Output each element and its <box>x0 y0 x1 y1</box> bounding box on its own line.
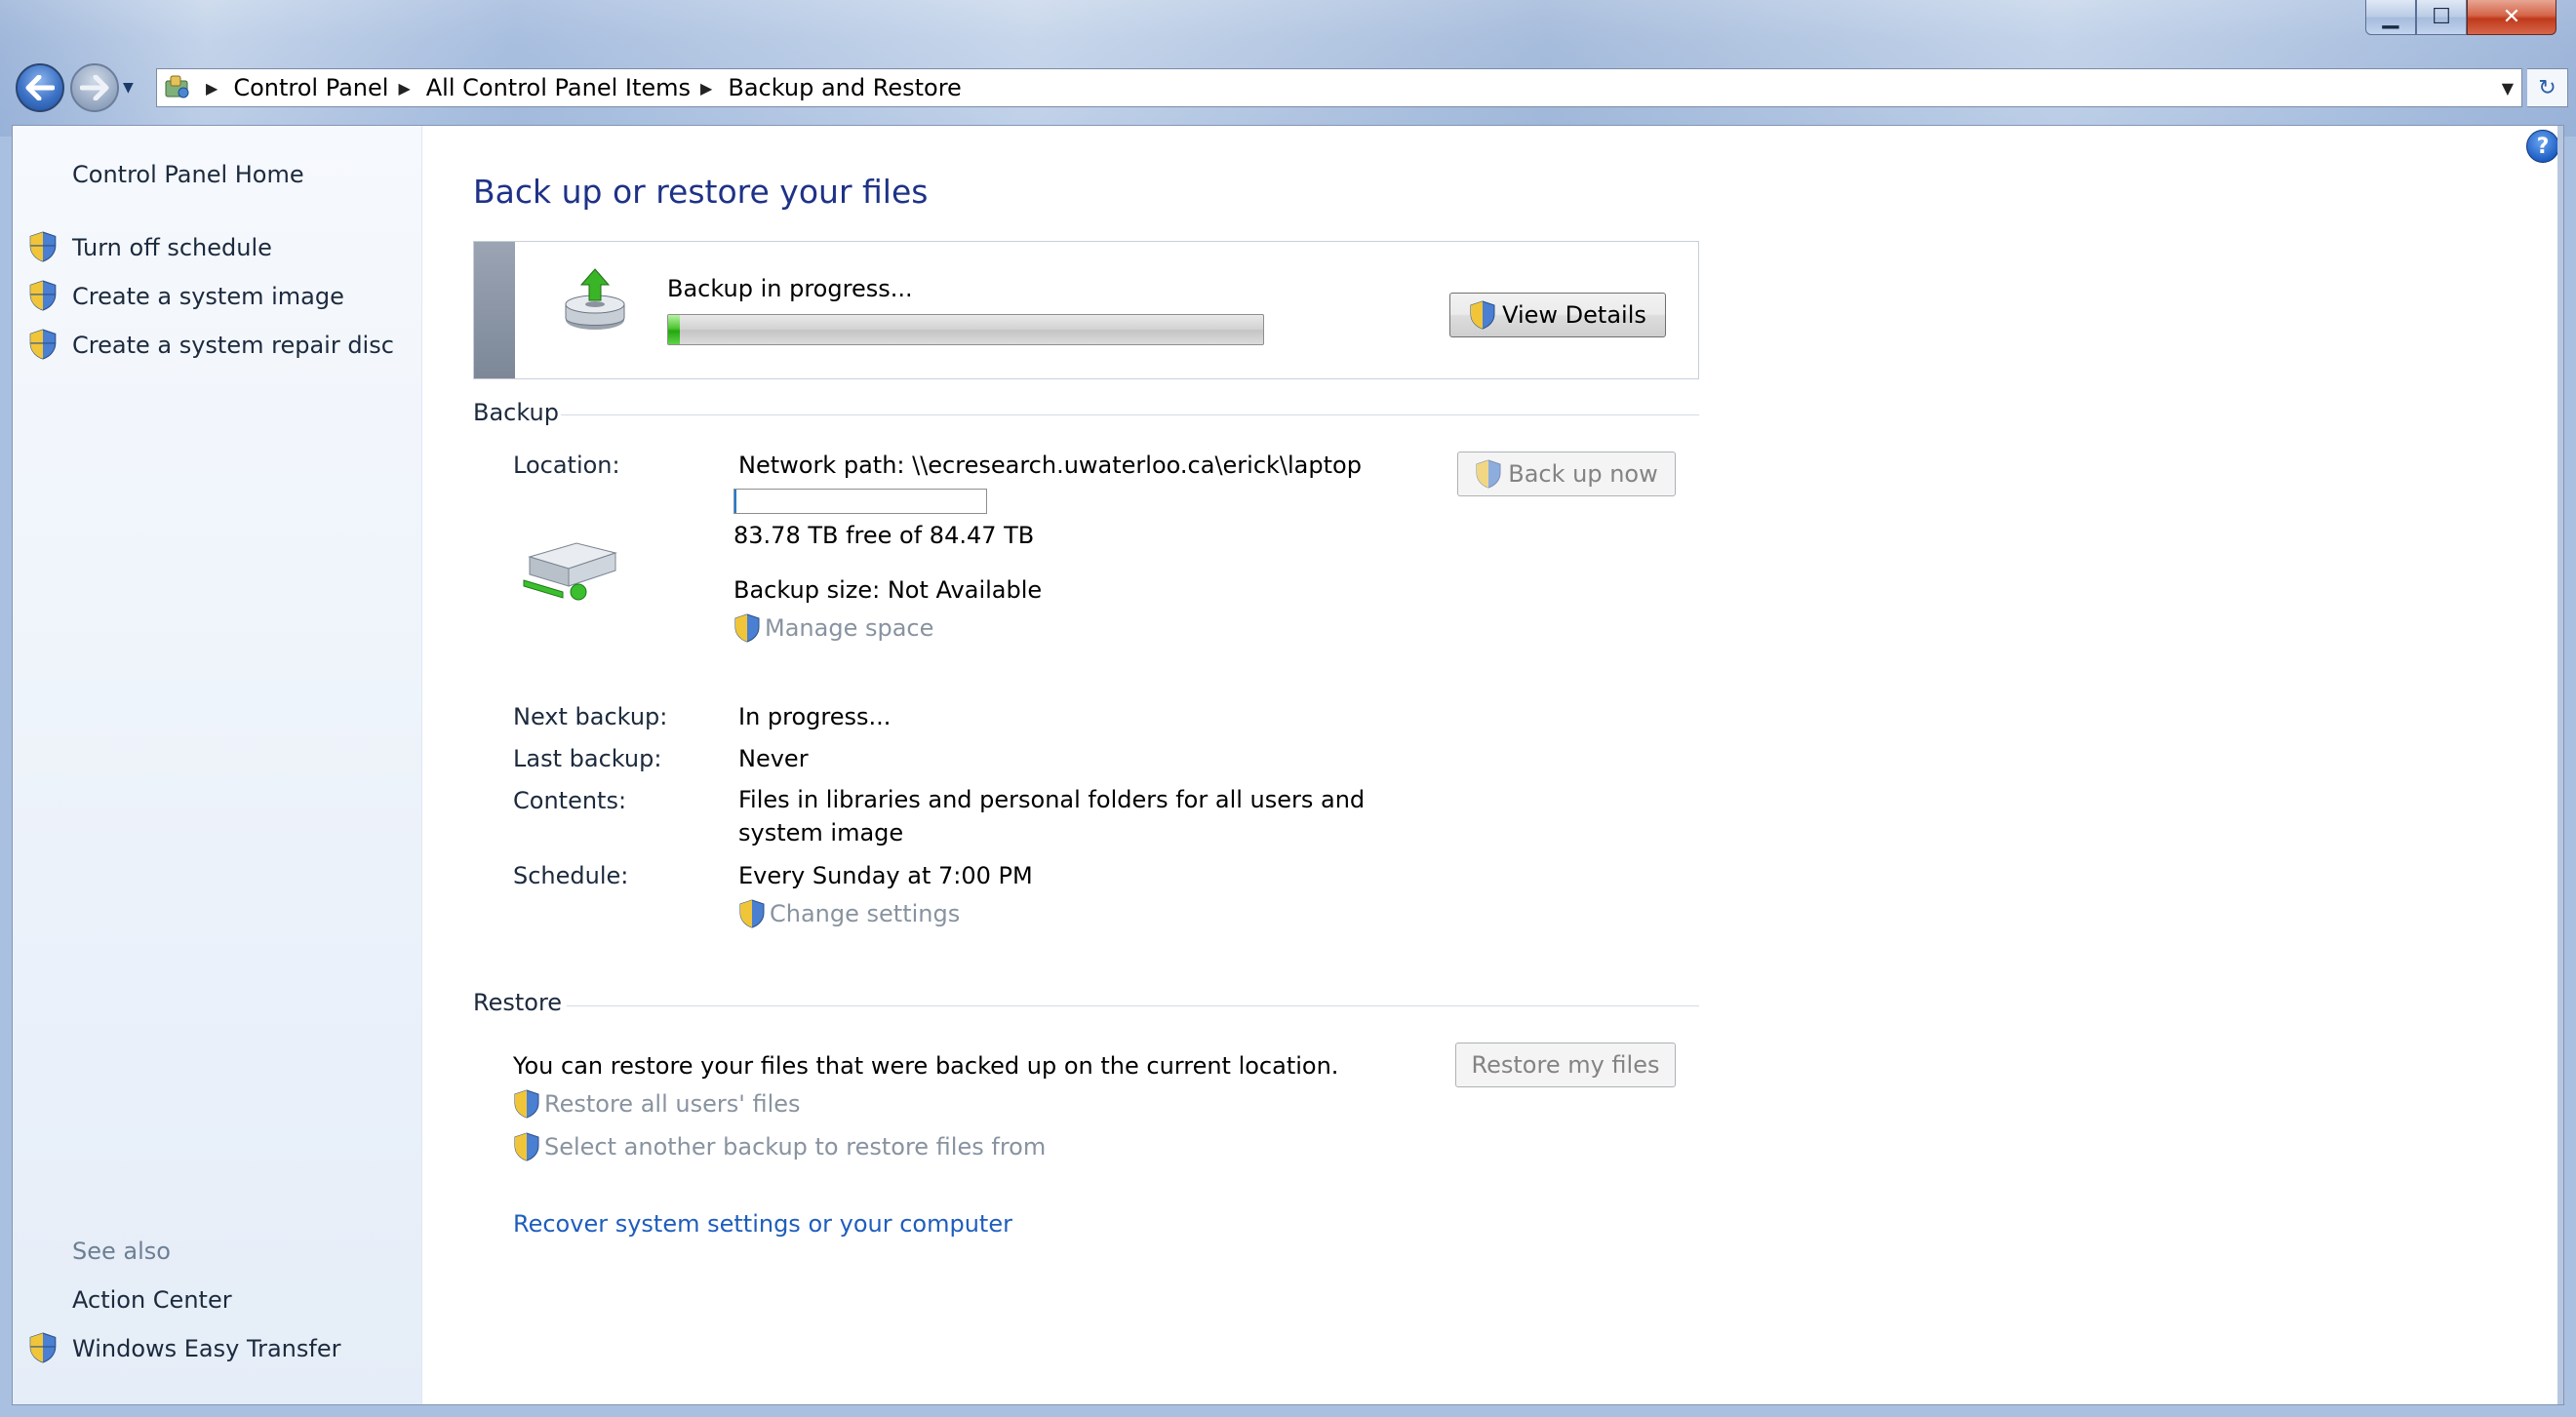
uac-shield-icon <box>734 613 760 643</box>
address-dropdown-icon[interactable]: ▼ <box>2502 79 2514 98</box>
breadcrumb-all-items[interactable]: All Control Panel Items <box>424 74 693 101</box>
uac-shield-icon <box>739 899 765 928</box>
uac-shield-icon <box>1476 459 1501 489</box>
uac-shield-icon <box>29 231 57 262</box>
schedule-value: Every Sunday at 7:00 PM <box>738 862 1033 889</box>
backup-section-heading: Backup <box>473 399 559 426</box>
contents-label: Contents: <box>513 787 627 814</box>
breadcrumb-separator[interactable]: ▶ <box>398 79 410 98</box>
manage-space-label: Manage space <box>765 614 934 642</box>
sidebar-item-create-system-image[interactable]: Create a system image <box>72 283 344 310</box>
backup-status-text: Backup in progress... <box>667 275 913 302</box>
uac-shield-icon <box>514 1132 539 1161</box>
control-panel-icon <box>157 69 198 106</box>
network-drive-icon <box>523 542 617 601</box>
restore-my-files-label: Restore my files <box>1471 1051 1660 1079</box>
client-area: Control Panel Home Turn off schedule Cre… <box>12 125 2564 1405</box>
select-another-backup-label: Select another backup to restore files f… <box>544 1133 1047 1161</box>
see-also-heading: See also <box>72 1238 171 1265</box>
backup-drive-icon <box>565 268 625 330</box>
backup-progress-panel: Backup in progress... View Details <box>473 241 1699 379</box>
restore-description: You can restore your files that were bac… <box>513 1052 1339 1080</box>
recent-pages-dropdown[interactable]: ▼ <box>123 80 140 96</box>
minimize-button[interactable]: ▁ <box>2365 0 2416 35</box>
disk-usage-bar <box>733 489 987 514</box>
free-space-text: 83.78 TB free of 84.47 TB <box>733 522 1035 549</box>
maximize-button[interactable]: ☐ <box>2416 0 2467 35</box>
select-another-backup-link[interactable]: Select another backup to restore files f… <box>513 1132 1046 1161</box>
next-backup-value: In progress... <box>738 703 892 730</box>
control-panel-home-link[interactable]: Control Panel Home <box>72 161 304 188</box>
address-bar[interactable]: ▶ Control Panel ▶ All Control Panel Item… <box>156 68 2522 107</box>
location-label: Location: <box>513 452 620 479</box>
page-title: Back up or restore your files <box>473 173 929 211</box>
view-details-label: View Details <box>1502 301 1646 329</box>
location-value: Network path: \\ecresearch.uwaterloo.ca\… <box>738 452 1362 479</box>
arrow-right-icon <box>80 75 109 100</box>
uac-shield-icon <box>29 280 57 311</box>
sidebar-item-turn-off-schedule[interactable]: Turn off schedule <box>72 234 272 261</box>
sidebar: Control Panel Home Turn off schedule Cre… <box>13 126 422 1404</box>
main-content: ? Back up or restore your files Backup i… <box>422 126 2563 1404</box>
forward-button[interactable] <box>70 63 119 112</box>
breadcrumb-backup-restore[interactable]: Backup and Restore <box>726 74 963 101</box>
back-button[interactable] <box>16 63 64 112</box>
next-backup-label: Next backup: <box>513 703 668 730</box>
recover-system-settings-link[interactable]: Recover system settings or your computer <box>513 1210 1012 1238</box>
close-button[interactable]: ✕ <box>2467 0 2556 35</box>
restore-my-files-button[interactable]: Restore my files <box>1455 1043 1676 1087</box>
back-up-now-button[interactable]: Back up now <box>1457 452 1676 496</box>
uac-shield-icon <box>29 1332 57 1363</box>
arrow-left-icon <box>25 75 55 100</box>
change-settings-label: Change settings <box>770 900 961 927</box>
restore-section-divider <box>567 1005 1699 1006</box>
change-settings-link[interactable]: Change settings <box>738 899 960 928</box>
view-details-button[interactable]: View Details <box>1449 293 1666 337</box>
restore-section-heading: Restore <box>473 989 563 1016</box>
progress-panel-stripe <box>474 242 515 378</box>
progress-fill <box>668 315 681 344</box>
help-button[interactable]: ? <box>2526 130 2559 163</box>
backup-progress-bar <box>667 314 1264 345</box>
refresh-button[interactable]: ↻ <box>2527 68 2568 107</box>
schedule-label: Schedule: <box>513 862 629 889</box>
manage-space-link[interactable]: Manage space <box>733 613 933 643</box>
breadcrumb-separator[interactable]: ▶ <box>700 79 712 98</box>
navigation-buttons: ▼ <box>16 62 140 113</box>
restore-all-users-link[interactable]: Restore all users' files <box>513 1089 801 1119</box>
uac-shield-icon <box>514 1089 539 1119</box>
uac-shield-icon <box>1470 300 1495 330</box>
restore-all-users-label: Restore all users' files <box>544 1090 801 1118</box>
backup-size-text: Backup size: Not Available <box>733 576 1043 604</box>
sidebar-item-windows-easy-transfer[interactable]: Windows Easy Transfer <box>72 1335 340 1362</box>
breadcrumb-control-panel[interactable]: Control Panel <box>231 74 390 101</box>
last-backup-label: Last backup: <box>513 745 662 772</box>
back-up-now-label: Back up now <box>1508 460 1658 488</box>
backup-section-divider <box>561 414 1699 415</box>
contents-value: Files in libraries and personal folders … <box>738 786 1366 846</box>
caption-buttons: ▁ ☐ ✕ <box>2365 0 2556 37</box>
sidebar-item-create-repair-disc[interactable]: Create a system repair disc <box>72 332 394 359</box>
sidebar-item-action-center[interactable]: Action Center <box>72 1286 232 1314</box>
last-backup-value: Never <box>738 745 809 772</box>
breadcrumb-separator[interactable]: ▶ <box>206 79 218 98</box>
window-right-edge <box>2557 126 2563 1404</box>
disk-usage-fill <box>734 490 737 513</box>
uac-shield-icon <box>29 329 57 360</box>
